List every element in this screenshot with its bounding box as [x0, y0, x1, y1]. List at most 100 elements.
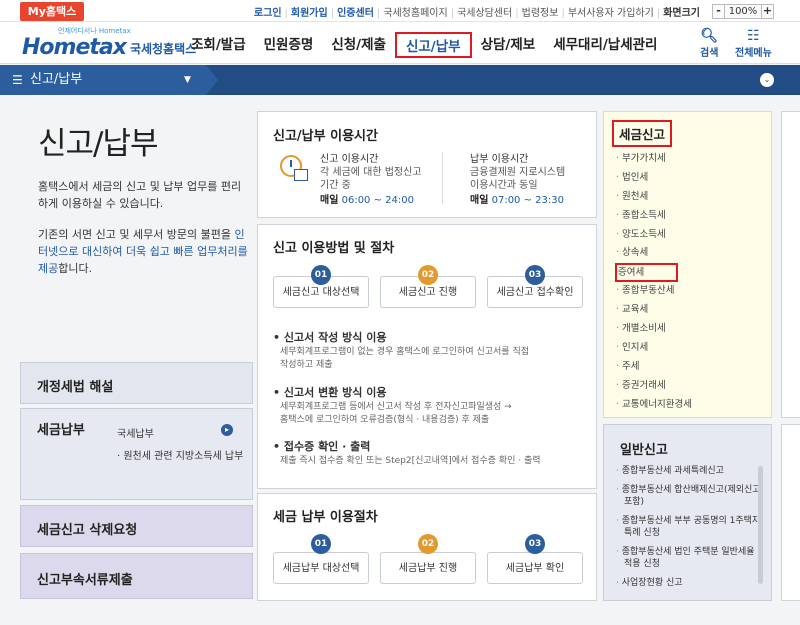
zoom-out-button[interactable]: -	[713, 5, 725, 18]
pay-step-number-2: 02	[418, 534, 438, 554]
breadcrumb[interactable]: 신고/납부	[0, 65, 218, 95]
chevron-down-icon[interactable]: ⌄	[760, 73, 774, 87]
my-hometax-tab[interactable]: My홈택스	[20, 2, 84, 21]
tax-item-capital-gains[interactable]: 양도소득세	[616, 226, 692, 245]
method-receipt-title: 접수증 확인 · 출력	[273, 438, 371, 454]
payment-step-3-button[interactable]: 세금납부 확인	[487, 552, 583, 584]
tax-item-stamp[interactable]: 인지세	[616, 339, 692, 358]
all-menu-button[interactable]: ☷ 전체메뉴	[735, 28, 772, 59]
all-menu-label: 전체메뉴	[735, 48, 772, 59]
delete-request-title: 세금신고 삭제요청	[37, 523, 138, 538]
general-item[interactable]: 종합부동산세 부부 공동명의 1주택자 특례 신청	[616, 515, 764, 539]
tax-filing-panel: 세금신고 부가가치세 법인세 원천세 종합소득세 양도소득세 상속세 증여세 종…	[603, 111, 772, 418]
tax-law-title: 개정세법 해설	[37, 380, 114, 395]
zoom-control: - 100% +	[712, 4, 774, 19]
page-description: 홈택스에서 세금의 신고 및 납부 업무를 편리하게 이용하실 수 있습니다. …	[38, 178, 248, 277]
method-write-desc: 세무회계프로그램이 없는 경우 홈택스에 로그인하여 신고서를 직접 작성하고 제…	[280, 347, 530, 370]
attached-docs-box[interactable]: 신고부속서류제출	[20, 553, 253, 599]
screen-size-label: 화면크기	[663, 8, 700, 19]
tax-item-liquor[interactable]: 주세	[616, 358, 692, 377]
national-tax-payment-link[interactable]: 국세납부	[117, 425, 154, 440]
zoom-in-button[interactable]: +	[761, 5, 773, 18]
search-button[interactable]: 🔍︎ 검색	[700, 28, 718, 59]
step-number-3: 03	[525, 265, 545, 285]
method-convert-desc: 세무회계프로그램 등에서 신고서 작성 후 전자신고파일생성 → 홈택스에 로그인…	[280, 402, 512, 425]
side-panel-edge	[781, 111, 800, 418]
page-title: 신고/납부	[38, 126, 159, 162]
tax-item-inheritance[interactable]: 상속세	[616, 244, 692, 263]
login-link[interactable]: 로그인	[254, 8, 282, 19]
signup-link[interactable]: 회원가입	[291, 8, 328, 19]
payment-procedure-panel: 세금 납부 이용절차 세금납부 대상선택 세금납부 진행 세금납부 확인 01 …	[257, 493, 597, 601]
method-convert-title: 신고서 변환 방식 이용	[273, 384, 387, 400]
filing-method-title: 신고 이용방법 및 절차	[273, 241, 395, 256]
payment-procedure-title: 세금 납부 이용절차	[273, 510, 378, 525]
nav-filing-payment[interactable]: 신고/납부	[394, 32, 472, 58]
tax-item-gift[interactable]: 증여세	[615, 263, 678, 283]
tax-item-education[interactable]: 교육세	[616, 301, 692, 320]
grid-menu-icon: ☷	[747, 28, 760, 44]
tax-item-withholding[interactable]: 원천세	[616, 188, 692, 207]
search-label: 검색	[700, 48, 719, 59]
header: 언제어디서나 Hometax Hometax 국세청홈택스 조회/발급 민원증명…	[0, 22, 800, 64]
tax-payment-box: 세금납부 국세납부 ▸ · 원천세 관련 지방소득세 납부	[20, 408, 253, 500]
hamburger-icon[interactable]: ☰	[12, 65, 23, 95]
nts-home-link[interactable]: 국세청홈페이지	[383, 8, 447, 19]
tax-item-income[interactable]: 종합소득세	[616, 207, 692, 226]
tax-item-vat[interactable]: 부가가치세	[616, 150, 692, 169]
description-1: 홈택스에서 세금의 신고 및 납부 업무를 편리하게 이용하실 수 있습니다.	[38, 180, 242, 210]
nav-lookup[interactable]: 조회/발급	[182, 32, 255, 58]
tax-item-corporate[interactable]: 법인세	[616, 169, 692, 188]
utility-bar: My홈택스 로그인 | 회원가입 | 인증센터 | 국세청홈페이지 | 국세상담센터 | 법령정보 |…	[0, 0, 800, 22]
pay-step-number-3: 03	[525, 534, 545, 554]
tax-law-box[interactable]: 개정세법 해설	[20, 362, 253, 404]
tax-filing-title: 세금신고	[612, 120, 673, 147]
auth-center-link[interactable]: 인증센터	[337, 8, 374, 19]
law-info-link[interactable]: 법령정보	[522, 8, 559, 19]
general-item[interactable]: 종합부동산세 합산배제신고(제외신고 포함)	[616, 484, 764, 508]
chevron-right-icon[interactable]: ▸	[221, 424, 233, 436]
clock-calendar-icon	[280, 155, 308, 181]
tax-item-consumption[interactable]: 개별소비세	[616, 320, 692, 339]
pay-step-number-1: 01	[311, 534, 331, 554]
method-receipt-desc: 제출 즉시 접수증 확인 또는 Step2[신고내역]에서 접수증 확인 · 출…	[280, 456, 541, 466]
general-item[interactable]: 종합부동산세 법인 주택분 일반세율 적용 신청	[616, 546, 764, 570]
filing-hours: 신고 이용시간 각 세금에 대한 법정신고 기간 중 매일 06:00 ~ 24…	[320, 154, 422, 206]
main-nav: 조회/발급 민원증명 신청/제출 신고/납부 상담/제보 세무대리/납세관리	[182, 32, 666, 58]
method-write-title: 신고서 작성 방식 이용	[273, 329, 387, 345]
logo-tagline: 언제어디서나 Hometax	[58, 27, 131, 35]
nav-agent[interactable]: 세무대리/납세관리	[544, 32, 666, 58]
nav-certificates[interactable]: 민원증명	[255, 32, 323, 58]
attached-docs-title: 신고부속서류제출	[37, 573, 133, 588]
description-2: 기존의 서면 신고 및 세무서 방문의 불편을 인터넷으로 대신하여 더욱 쉽고…	[38, 228, 248, 275]
logo-wordmark: Hometax	[22, 35, 127, 60]
location-bar: 신고/납부 ☰ ▼ ⌄	[0, 65, 800, 95]
nav-consult[interactable]: 상담/제보	[472, 32, 545, 58]
general-list-scrollbar[interactable]	[758, 466, 763, 584]
general-filing-list: 종합부동산세 과세특례신고 종합부동산세 합산배제신고(제외신고 포함) 종합부…	[616, 465, 764, 596]
consult-center-link[interactable]: 국세상담센터	[457, 8, 512, 19]
general-filing-panel: 일반신고 종합부동산세 과세특례신고 종합부동산세 합산배제신고(제외신고 포함…	[603, 424, 772, 601]
zoom-value: 100%	[728, 6, 758, 17]
dept-user-link[interactable]: 부서사용자 가입하기	[568, 8, 654, 19]
step-number-2: 02	[418, 265, 438, 285]
divider	[442, 152, 443, 204]
tax-filing-list: 부가가치세 법인세 원천세 종합소득세 양도소득세 상속세 증여세 종합부동산세…	[615, 150, 692, 415]
tax-item-securities[interactable]: 증권거래세	[616, 377, 692, 396]
service-hours-title: 신고/납부 이용시간	[273, 129, 378, 144]
payment-time: 07:00 ~ 23:30	[491, 195, 564, 206]
tax-item-transport-energy[interactable]: 교통에너지환경세	[616, 396, 692, 415]
payment-hours: 납부 이용시간 금융결제원 지로시스템 이용시간과 동일 매일 07:00 ~ …	[470, 154, 566, 206]
tax-item-property[interactable]: 종합부동산세	[616, 282, 692, 301]
general-item[interactable]: 종합부동산세 과세특례신고	[616, 465, 764, 477]
filing-time: 06:00 ~ 24:00	[341, 195, 414, 206]
nav-apply[interactable]: 신청/제출	[322, 32, 395, 58]
general-item[interactable]: 사업장현황 신고	[616, 577, 764, 589]
page: My홈택스 로그인 | 회원가입 | 인증센터 | 국세청홈페이지 | 국세상담센터 | 법령정보 |…	[0, 0, 800, 625]
payment-step-1-button[interactable]: 세금납부 대상선택	[273, 552, 369, 584]
caret-down-icon[interactable]: ▼	[184, 65, 191, 95]
hometax-logo[interactable]: 언제어디서나 Hometax Hometax 국세청홈택스	[22, 26, 196, 60]
payment-step-2-button[interactable]: 세금납부 진행	[380, 552, 476, 584]
local-income-tax-link[interactable]: · 원천세 관련 지방소득세 납부	[117, 447, 243, 462]
delete-request-box[interactable]: 세금신고 삭제요청	[20, 505, 253, 547]
